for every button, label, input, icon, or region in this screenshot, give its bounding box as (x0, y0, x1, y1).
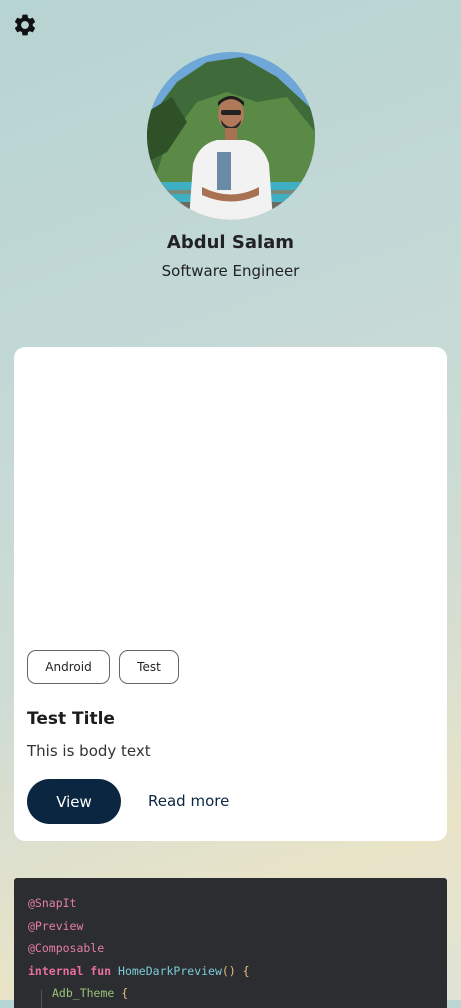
code-punct: () { (221, 964, 250, 978)
chip-test[interactable]: Test (119, 650, 179, 684)
gear-icon (14, 14, 36, 36)
card-title: Test Title (27, 709, 115, 729)
code-punct: { (121, 986, 129, 1000)
card-body: This is body text (27, 742, 151, 760)
view-button[interactable]: View (27, 779, 121, 824)
indent-guide (41, 990, 42, 1008)
content-card: Android Test Test Title This is body tex… (14, 347, 447, 841)
code-keyword: internal fun (28, 964, 112, 978)
settings-button[interactable] (12, 12, 38, 38)
code-line: @Composable (28, 941, 105, 955)
code-line: internal fun HomeDarkPreview() { (28, 964, 250, 978)
code-line: @Preview (28, 919, 84, 933)
code-line: @SnapIt (28, 896, 77, 910)
code-line: Adb_Theme { (52, 986, 128, 1000)
profile-name: Abdul Salam (166, 232, 295, 253)
read-more-link[interactable]: Read more (148, 792, 229, 810)
chip-android[interactable]: Android (27, 650, 110, 684)
code-type: Adb_Theme (52, 986, 115, 1000)
profile-role: Software Engineer (161, 262, 300, 280)
avatar (147, 52, 315, 220)
code-function: HomeDarkPreview (118, 964, 222, 978)
code-snippet: @SnapIt @Preview @Composable internal fu… (14, 878, 447, 1008)
